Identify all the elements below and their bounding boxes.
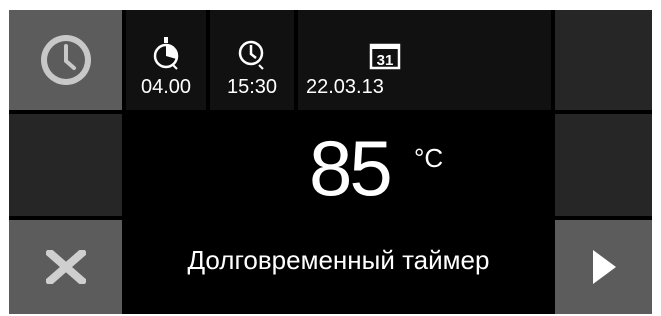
timer-tile[interactable]: 04.00	[126, 10, 206, 110]
date-tile[interactable]: 31 22.03.13	[298, 10, 551, 110]
clock-tile[interactable]: 15:30	[210, 10, 294, 110]
clock-value: 15:30	[226, 76, 278, 98]
play-right-icon	[592, 250, 616, 284]
left-empty-panel	[9, 114, 122, 216]
clock-button[interactable]	[9, 10, 122, 110]
date-value: 22.03.13	[306, 76, 384, 98]
right-empty-panel-top	[555, 10, 652, 110]
timer-value: 04.00	[140, 76, 192, 98]
clock-icon	[40, 35, 91, 85]
temperature-value: 85	[309, 124, 393, 212]
calendar-day: 31	[377, 52, 394, 69]
clock-small-icon	[238, 40, 264, 70]
mode-label: Долговременный таймер	[187, 245, 490, 275]
next-button[interactable]	[555, 220, 652, 314]
calendar-icon: 31	[369, 43, 401, 70]
right-empty-panel-mid	[555, 114, 652, 216]
close-button[interactable]	[9, 220, 122, 314]
oven-display: 04.00 15:30 31 22.03.13 85 °C Долговреме…	[9, 10, 652, 314]
stopwatch-icon	[153, 37, 179, 70]
temperature-unit: °C	[414, 143, 444, 173]
x-icon	[45, 250, 86, 284]
